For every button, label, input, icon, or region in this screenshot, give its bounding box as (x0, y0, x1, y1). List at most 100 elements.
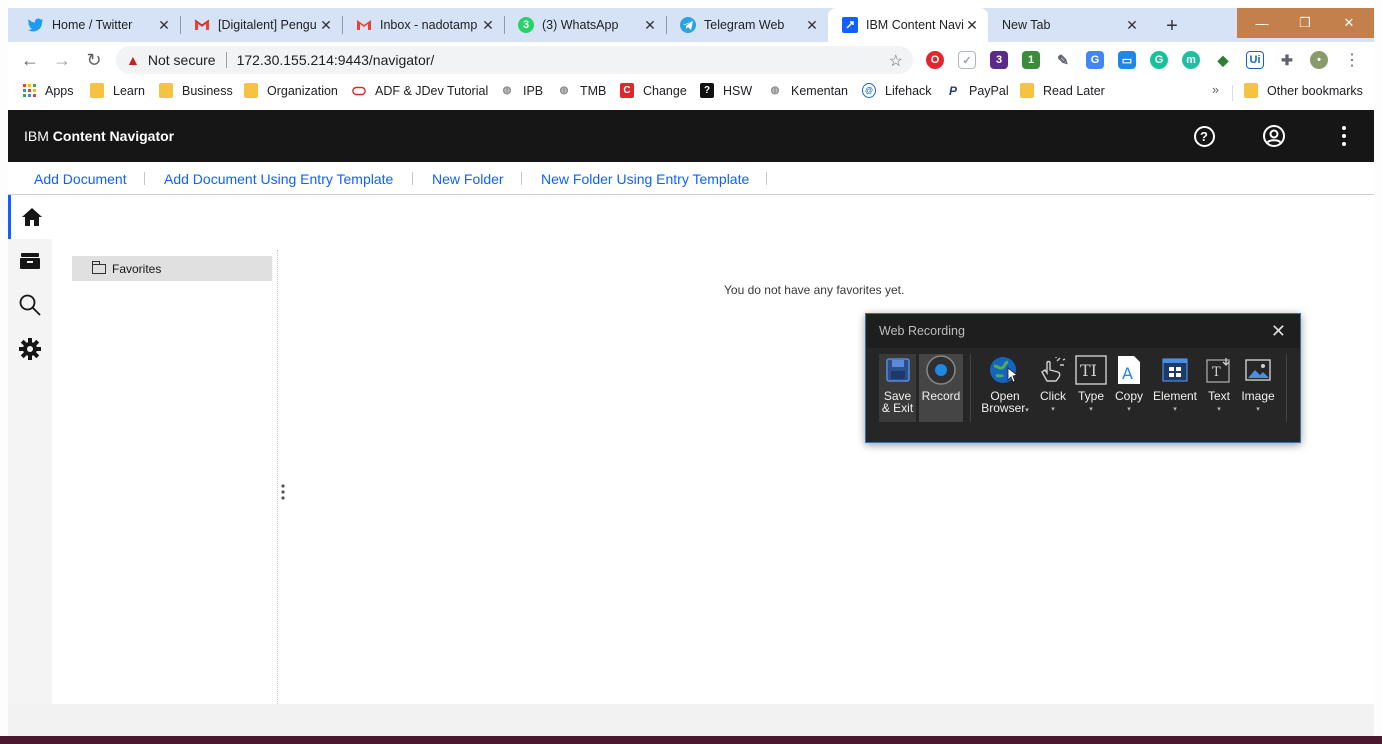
warning-icon[interactable]: ▲ (126, 52, 140, 68)
close-window-button[interactable]: ✕ (1332, 8, 1366, 38)
extension-blue-icon[interactable]: ▭ (1118, 51, 1136, 69)
pocket-extension-icon[interactable]: ✓ (958, 51, 976, 69)
side-nav (8, 195, 52, 704)
action-divider (766, 172, 767, 185)
tab-twitter[interactable]: Home / Twitter ✕ (14, 8, 180, 42)
tab-new-tab[interactable]: New Tab ✕ (988, 8, 1148, 42)
extension-badge-icon[interactable]: 3 (990, 51, 1008, 69)
bookmark-label: Lifehack (885, 83, 932, 98)
bookmark-kementan[interactable]: ◍ Kementan (768, 83, 848, 98)
close-icon[interactable]: ✕ (1271, 321, 1286, 342)
bookmark-apps[interactable]: Apps (22, 83, 74, 98)
app-menu-button[interactable] (1331, 123, 1357, 149)
eyedropper-icon[interactable]: ✎ (1054, 51, 1072, 69)
bookmark-learn[interactable]: Learn (90, 83, 145, 98)
action-bar: Add Document Add Document Using Entry Te… (8, 162, 1374, 195)
record-button[interactable]: Record (919, 354, 963, 422)
tree-favorites[interactable]: Favorites (72, 256, 272, 281)
bookmark-lifehack[interactable]: @ Lifehack (862, 83, 932, 98)
uipath-icon[interactable]: Ui (1246, 51, 1264, 69)
button-label: Copy (1114, 389, 1143, 403)
bookmark-read-later[interactable]: Read Later (1020, 83, 1105, 98)
bookmark-adf-jdev[interactable]: ADF & JDev Tutorial (352, 83, 488, 98)
copy-button[interactable]: A Copy ▾ (1111, 354, 1147, 422)
element-button[interactable]: Element ▾ (1150, 354, 1200, 422)
nav-home[interactable] (8, 195, 52, 239)
extension-diamond-icon[interactable]: ◆ (1214, 51, 1232, 69)
save-exit-button[interactable]: Save & Exit (879, 354, 916, 422)
panel-title: Web Recording (879, 324, 965, 338)
tab-telegram[interactable]: Telegram Web ✕ (666, 8, 828, 42)
lifehack-icon: @ (862, 83, 876, 98)
tab-title: Inbox - nadotamp (380, 18, 478, 32)
globe-icon: ◍ (770, 85, 780, 96)
image-button[interactable]: Image ▾ (1238, 354, 1278, 422)
extension-green-icon[interactable]: 1 (1022, 51, 1040, 69)
tab-close-icon[interactable]: ✕ (642, 17, 658, 33)
add-document-button[interactable]: Add Document (34, 171, 127, 187)
new-folder-button[interactable]: New Folder (432, 171, 504, 187)
text-button[interactable]: T Text ▾ (1202, 354, 1236, 422)
url-text[interactable]: 172.30.155.214:9443/navigator/ (237, 52, 435, 68)
tab-title: New Tab (1002, 18, 1051, 32)
profile-avatar[interactable]: • (1310, 51, 1328, 69)
tab-ibm-content-navigator[interactable]: IBM Content Navig ✕ (828, 8, 988, 42)
browser-menu-button[interactable]: ⋮ (1340, 48, 1364, 72)
nav-search[interactable] (8, 283, 52, 327)
click-button[interactable]: Click ▾ (1035, 354, 1071, 422)
nav-settings[interactable] (8, 327, 52, 371)
tab-digitalent-gmail[interactable]: [Digitalent] Pengu ✕ (180, 8, 342, 42)
address-bar[interactable]: ▲ Not secure 172.30.155.214:9443/navigat… (116, 46, 913, 74)
user-button[interactable] (1261, 123, 1287, 149)
tab-inbox-gmail[interactable]: Inbox - nadotamp ✕ (342, 8, 504, 42)
bookmark-change[interactable]: C Change (620, 83, 687, 98)
bookmark-organization[interactable]: Organization (244, 83, 338, 98)
tab-whatsapp[interactable]: 3 (3) WhatsApp ✕ (504, 8, 666, 42)
bookmark-star-icon[interactable]: ☆ (889, 51, 903, 71)
opera-extension-icon[interactable]: O (926, 51, 944, 69)
reload-button[interactable]: ↻ (82, 48, 106, 72)
tab-title: [Digitalent] Pengu (218, 18, 317, 32)
grammarly-icon[interactable]: G (1150, 51, 1168, 69)
bookmarks-overflow-button[interactable]: » (1212, 83, 1219, 97)
bookmark-label: Organization (267, 83, 338, 98)
bookmark-business[interactable]: Business (159, 83, 233, 98)
oracle-icon (352, 83, 366, 98)
security-status[interactable]: Not secure (148, 52, 216, 68)
action-divider (521, 172, 522, 185)
bookmark-label: IPB (523, 83, 544, 98)
button-label: Element (1152, 389, 1198, 403)
copy-icon: A (1113, 354, 1145, 386)
translate-icon[interactable]: G (1086, 51, 1104, 69)
type-button[interactable]: TI Type ▾ (1073, 354, 1109, 422)
nav-browse[interactable] (8, 239, 52, 283)
pane-splitter[interactable] (277, 250, 278, 704)
search-icon (19, 294, 41, 316)
bookmark-hsw[interactable]: ? HSW (700, 83, 752, 98)
open-browser-button[interactable]: Open Browser▾ (979, 354, 1031, 422)
restore-button[interactable]: ❐ (1288, 8, 1322, 38)
bookmark-other[interactable]: Other bookmarks (1244, 83, 1363, 98)
tab-close-icon[interactable]: ✕ (804, 17, 820, 33)
bookmark-label: PayPal (969, 83, 1009, 98)
tab-close-icon[interactable]: ✕ (964, 17, 980, 33)
add-document-template-button[interactable]: Add Document Using Entry Template (164, 171, 393, 187)
extensions-puzzle-icon[interactable]: ✚ (1278, 51, 1296, 69)
bookmark-label: Apps (45, 83, 74, 98)
tab-close-icon[interactable]: ✕ (1124, 17, 1140, 33)
minimize-button[interactable]: — (1245, 8, 1279, 38)
help-button[interactable]: ? (1191, 123, 1217, 149)
tab-close-icon[interactable]: ✕ (480, 17, 496, 33)
button-label: Text (1207, 389, 1230, 403)
new-tab-button[interactable]: + (1159, 13, 1185, 39)
new-folder-template-button[interactable]: New Folder Using Entry Template (541, 171, 749, 187)
bookmark-tmb[interactable]: ◍ TMB (557, 83, 607, 98)
extension-m-icon[interactable]: m (1182, 51, 1200, 69)
tab-close-icon[interactable]: ✕ (318, 17, 334, 33)
tab-close-icon[interactable]: ✕ (156, 17, 172, 33)
bookmark-ipb[interactable]: ◍ IPB (500, 83, 544, 98)
bookmark-paypal[interactable]: P PayPal (946, 83, 1009, 98)
forward-button[interactable]: → (50, 48, 74, 72)
back-button[interactable]: ← (18, 48, 42, 72)
splitter-handle[interactable] (281, 484, 285, 501)
